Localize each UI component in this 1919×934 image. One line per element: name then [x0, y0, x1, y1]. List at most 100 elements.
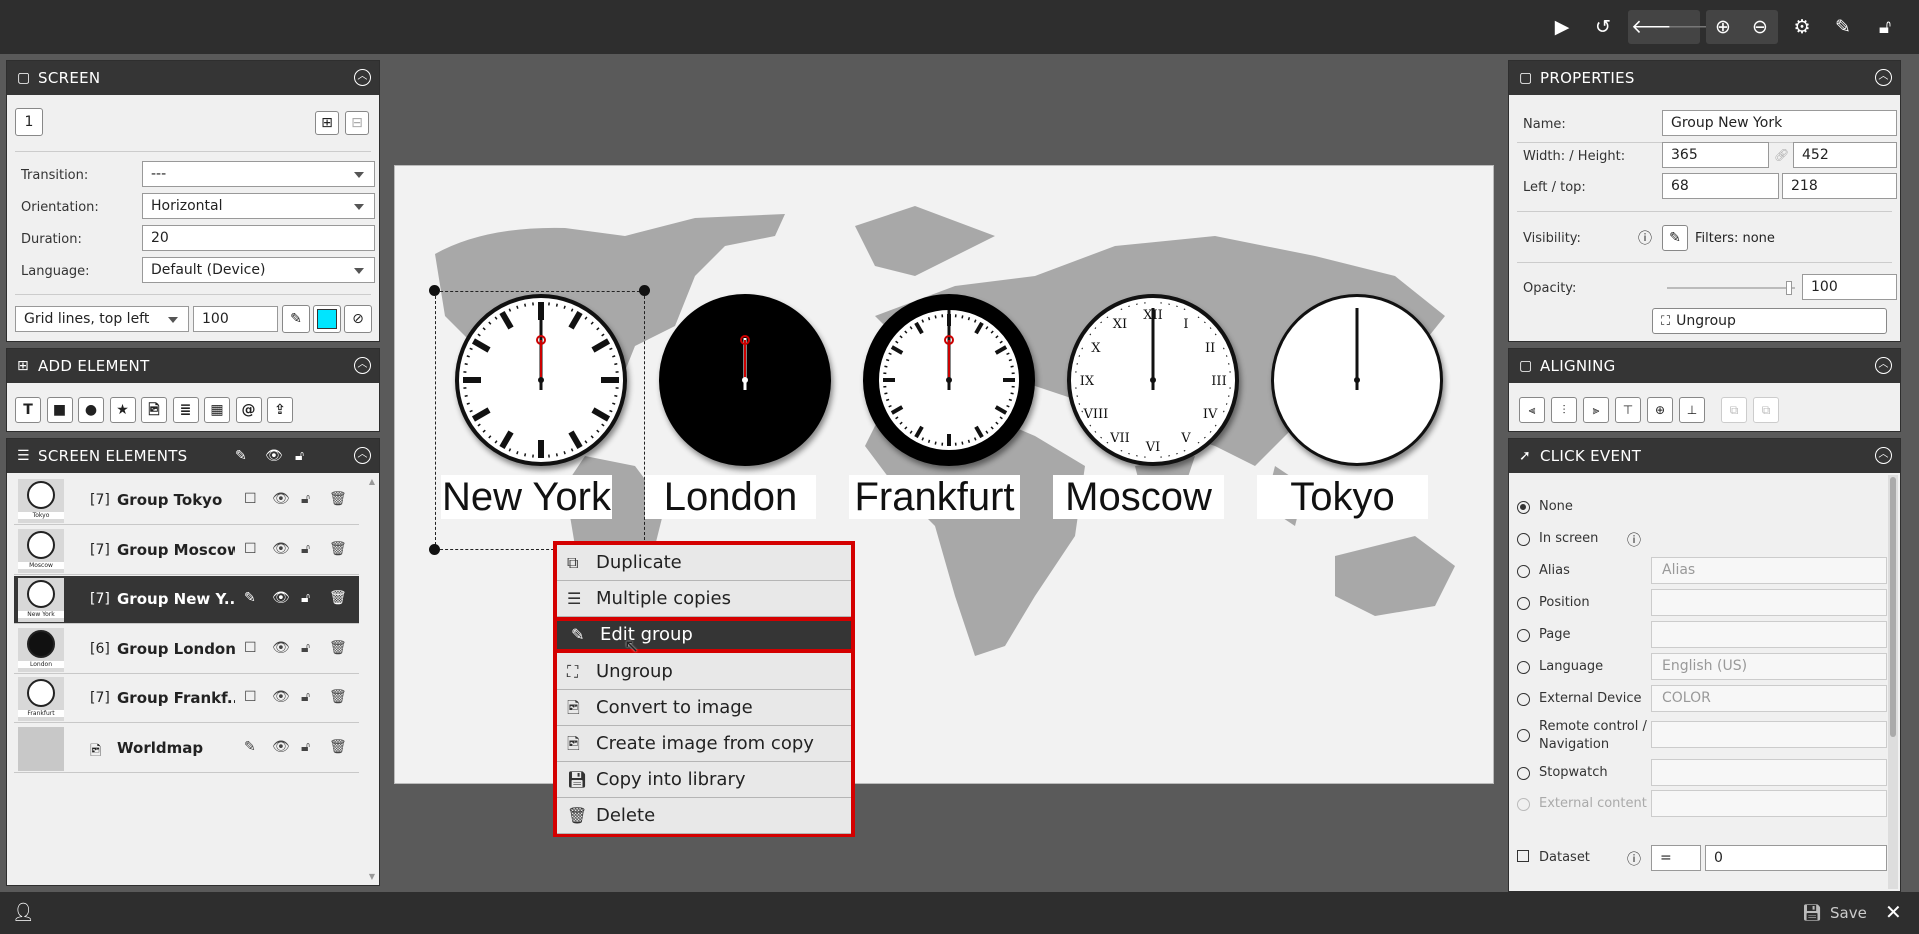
list-item[interactable]: London [6] Group London ☐ 👁︎ 🔓︎ 🗑︎: [14, 626, 359, 674]
star-tool-icon[interactable]: ★: [109, 397, 136, 423]
edit-visibility-icon[interactable]: ✎: [1662, 225, 1688, 251]
lock-icon[interactable]: 🔓︎: [301, 739, 310, 755]
lock-all-icon[interactable]: 🔓︎: [295, 439, 304, 473]
clock-face[interactable]: [1271, 294, 1443, 466]
option-value-input[interactable]: [1651, 721, 1887, 748]
language-select[interactable]: Default (Device): [142, 257, 375, 283]
list-item[interactable]: Tokyo [7] Group Tokyo ☐ 👁︎ 🔓︎ 🗑︎: [14, 477, 359, 525]
collapse-icon[interactable]: ︿: [1875, 447, 1892, 464]
trash-icon[interactable]: 🗑︎: [329, 491, 347, 507]
radio-remote-control-navigation[interactable]: [1517, 729, 1530, 742]
screen-number-button[interactable]: 1: [15, 108, 43, 136]
eye-icon[interactable]: 👁︎: [272, 689, 290, 705]
radio-external-content[interactable]: [1517, 798, 1530, 811]
radio-alias[interactable]: [1517, 565, 1530, 578]
option-value-input[interactable]: COLOR: [1651, 685, 1887, 712]
city-label[interactable]: Frankfurt: [849, 475, 1020, 519]
rectangle-tool-icon[interactable]: ■: [46, 397, 73, 423]
checkbox-icon[interactable]: ☐: [244, 491, 257, 507]
grid-select[interactable]: Grid lines, top left: [15, 306, 189, 332]
scrollbar[interactable]: [1888, 475, 1898, 889]
circle-tool-icon[interactable]: ●: [78, 397, 104, 423]
radio-position[interactable]: [1517, 597, 1530, 610]
trash-icon[interactable]: 🗑︎: [329, 590, 347, 606]
option-value-input[interactable]: English (US): [1651, 653, 1887, 680]
height-input[interactable]: 452: [1793, 142, 1897, 168]
grid-size-input[interactable]: 100: [193, 306, 278, 332]
eye-icon[interactable]: 👁︎: [272, 640, 290, 656]
table-tool-icon[interactable]: ▦: [204, 397, 230, 423]
lock-icon[interactable]: 🔓︎: [301, 590, 310, 606]
collapse-icon[interactable]: ︿: [354, 357, 371, 374]
lock-icon[interactable]: 🔓︎: [301, 689, 310, 705]
menu-item-duplicate[interactable]: ⧉ Duplicate: [557, 545, 851, 581]
save-icon[interactable]: 💾︎: [1802, 903, 1822, 922]
align-right-icon[interactable]: ⫸: [1583, 397, 1609, 423]
slider-handle[interactable]: [1785, 281, 1792, 295]
collapse-icon[interactable]: ︿: [354, 69, 371, 86]
eye-icon[interactable]: 👁︎: [272, 739, 290, 755]
grid-color-button[interactable]: [313, 305, 341, 333]
menu-item-create-image-from-copy[interactable]: 🖻 Create image from copy: [557, 726, 851, 762]
align-top-icon[interactable]: ⊤: [1615, 397, 1641, 423]
collapse-icon[interactable]: ︿: [354, 447, 371, 464]
edit-all-icon[interactable]: ✎: [235, 439, 247, 473]
resize-handle[interactable]: [429, 285, 440, 296]
ungroup-button[interactable]: ⛶ Ungroup: [1652, 308, 1887, 334]
info-icon[interactable]: ⓘ: [1627, 849, 1641, 869]
menu-item-edit-group[interactable]: ✎ Edit group: [553, 617, 855, 654]
scrollbar[interactable]: ▲ ▼: [367, 477, 377, 881]
menu-item-convert-to-image[interactable]: 🖻 Convert to image: [557, 690, 851, 726]
list-item[interactable]: Frankfurt [7] Group Frankf... ☐ 👁︎ 🔓︎ 🗑︎: [14, 675, 359, 723]
clock-face[interactable]: [659, 294, 831, 466]
city-label[interactable]: London: [645, 475, 816, 519]
menu-item-ungroup[interactable]: ⛶ Ungroup: [557, 654, 851, 690]
radio-language[interactable]: [1517, 661, 1530, 674]
info-icon[interactable]: ⓘ: [1638, 228, 1652, 248]
radio-stopwatch[interactable]: [1517, 767, 1530, 780]
add-screen-icon[interactable]: ⊞: [315, 111, 339, 135]
eye-icon[interactable]: 👁︎: [272, 491, 290, 507]
trash-icon[interactable]: 🗑︎: [329, 541, 347, 557]
lock-icon[interactable]: 🔓︎: [301, 541, 310, 557]
width-input[interactable]: 365: [1662, 142, 1769, 168]
text-tool-icon[interactable]: T: [15, 397, 41, 423]
image-tool-icon[interactable]: 🖻: [141, 397, 167, 423]
clock-face[interactable]: [863, 294, 1035, 466]
top-input[interactable]: 218: [1782, 173, 1897, 199]
radio-in-screen[interactable]: [1517, 533, 1530, 546]
snap-icon[interactable]: ✎: [282, 305, 310, 333]
trash-icon[interactable]: 🗑︎: [329, 640, 347, 656]
radio-page[interactable]: [1517, 629, 1530, 642]
align-middle-icon[interactable]: ⊕: [1647, 397, 1673, 423]
lock-icon[interactable]: 🔓︎: [1870, 12, 1900, 42]
gear-icon[interactable]: ⚙: [1787, 12, 1817, 42]
play-icon[interactable]: ▶: [1547, 12, 1577, 42]
user-icon[interactable]: 👤︎: [12, 902, 35, 923]
left-input[interactable]: 68: [1662, 173, 1779, 199]
city-label[interactable]: Moscow: [1053, 475, 1224, 519]
radio-none[interactable]: [1517, 501, 1530, 514]
edit-icon[interactable]: ✎: [244, 590, 256, 606]
lock-icon[interactable]: 🔓︎: [301, 640, 310, 656]
forward-icon[interactable]: 🡒: [1667, 12, 1718, 42]
orientation-select[interactable]: Horizontal: [142, 193, 375, 219]
radio-external-device[interactable]: [1517, 693, 1530, 706]
transition-select[interactable]: ---: [142, 161, 375, 187]
edit-icon[interactable]: ✎: [244, 739, 256, 755]
city-label[interactable]: Tokyo: [1257, 475, 1428, 519]
checkbox-icon[interactable]: ☐: [244, 689, 257, 705]
resize-handle[interactable]: [429, 544, 440, 555]
save-button[interactable]: Save: [1830, 904, 1867, 922]
email-tool-icon[interactable]: @: [235, 397, 262, 423]
align-center-icon[interactable]: ⫶: [1551, 397, 1577, 423]
list-item[interactable]: Moscow [7] Group Moscow ☐ 👁︎ 🔓︎ 🗑︎: [14, 527, 359, 575]
duration-input[interactable]: 20: [142, 225, 375, 251]
eye-all-icon[interactable]: 👁︎: [265, 439, 283, 473]
menu-item-copy-into-library[interactable]: 💾︎ Copy into library: [557, 762, 851, 799]
collapse-icon[interactable]: ︿: [1875, 69, 1892, 86]
selection-box[interactable]: [435, 291, 645, 550]
dataset-checkbox[interactable]: [1517, 850, 1529, 862]
clock-face[interactable]: XIIIIIIIIIVVVIVIIVIIIIXXXI: [1067, 294, 1239, 466]
eye-icon[interactable]: 👁︎: [272, 541, 290, 557]
